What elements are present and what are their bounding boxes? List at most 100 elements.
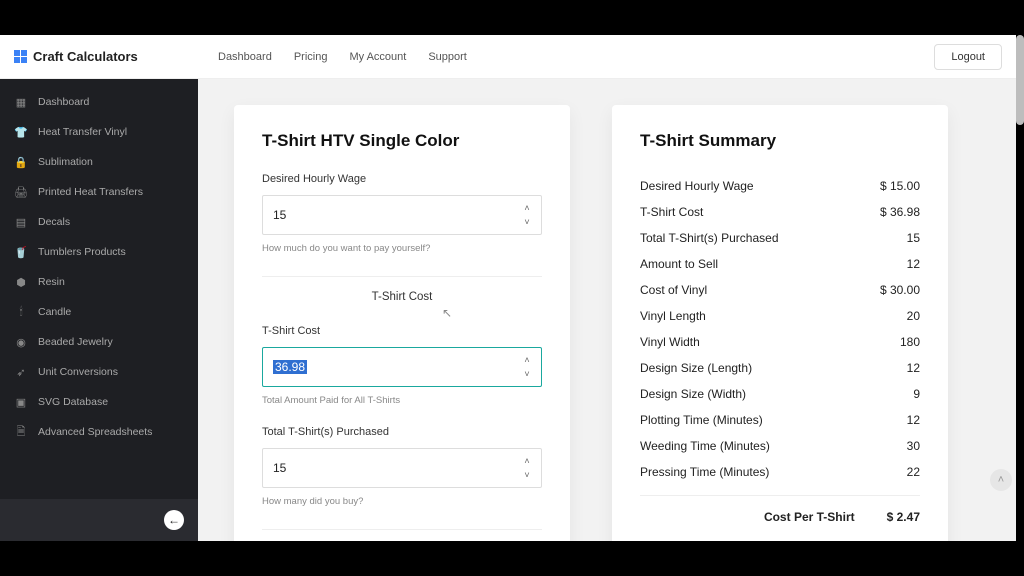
summary-label: Plotting Time (Minutes) <box>640 413 763 427</box>
sidebar: ▦Dashboard 👕Heat Transfer Vinyl 🔒 Sublima… <box>0 79 198 541</box>
sidebar-item-tumblers[interactable]: 🥤 Tumblers Products <box>0 237 198 267</box>
summary-label: Vinyl Length <box>640 309 706 323</box>
purchased-input-wrapper[interactable]: ˄ ˅ <box>262 448 542 488</box>
nav-support[interactable]: Support <box>428 51 467 63</box>
sidebar-item-label: Beaded Jewelry <box>38 336 113 348</box>
chevron-down-icon[interactable]: ˅ <box>519 370 535 378</box>
bead-icon: ◉ <box>14 335 28 349</box>
candle-icon: 🕯 <box>14 305 28 319</box>
cost-input-wrapper[interactable]: 36.98 ˄ ˅ <box>262 347 542 387</box>
chevron-up-icon[interactable]: ˄ <box>519 356 535 364</box>
sidebar-item-beaded[interactable]: ◉ Beaded Jewelry <box>0 327 198 357</box>
summary-rows: Desired Hourly Wage $ 15.00 T-Shirt Cost $… <box>640 173 920 485</box>
sidebar-item-label: Sublimation <box>38 156 93 168</box>
chevron-down-icon[interactable]: ˅ <box>519 471 535 479</box>
scroll-top-button[interactable]: ˄ <box>990 469 1012 491</box>
sheet-icon: 🗎 <box>14 425 28 439</box>
sidebar-item-adv-spreadsheets[interactable]: 🗎 Advanced Spreadsheets <box>0 417 198 447</box>
purchased-label: Total T-Shirt(s) Purchased <box>262 426 542 438</box>
sidebar-item-dashboard[interactable]: ▦Dashboard <box>0 87 198 117</box>
summary-label: Design Size (Width) <box>640 387 746 401</box>
wage-helper: How much do you want to pay yourself? <box>262 243 542 254</box>
cost-input[interactable]: 36.98 <box>273 360 307 374</box>
sidebar-item-unit-conv[interactable]: ➶Unit Conversions <box>0 357 198 387</box>
sidebar-item-label: Decals <box>38 216 70 228</box>
summary-row: Weeding Time (Minutes) 30 <box>640 433 920 459</box>
summary-title: T-Shirt Summary <box>640 131 920 151</box>
lock-icon: 🔒 <box>14 155 28 169</box>
main-content: ↖ T-Shirt HTV Single Color Desired Hourl… <box>198 79 1016 541</box>
nav-my-account[interactable]: My Account <box>349 51 406 63</box>
wage-label: Desired Hourly Wage <box>262 173 542 185</box>
sidebar-item-printed-heat[interactable]: 🖨 Printed Heat Transfers <box>0 177 198 207</box>
summary-value: 20 <box>907 309 920 323</box>
sidebar-item-candle[interactable]: 🕯Candle <box>0 297 198 327</box>
brand-icon <box>14 50 27 63</box>
summary-label: T-Shirt Cost <box>640 205 703 219</box>
divider <box>262 276 542 277</box>
hexagon-icon: ⬢ <box>14 275 28 289</box>
chevron-down-icon[interactable]: ˅ <box>519 218 535 226</box>
summary-row: Design Size (Width)9 <box>640 381 920 407</box>
brand-name: Craft Calculators <box>33 49 138 64</box>
sidebar-item-label: Tumblers Products <box>38 246 126 258</box>
summary-total-row: Cost Per T-Shirt $ 2.47 <box>640 495 920 530</box>
sidebar-item-label: Resin <box>38 276 65 288</box>
nav-dashboard[interactable]: Dashboard <box>218 51 272 63</box>
sidebar-item-svg-db[interactable]: ▣ SVG Database <box>0 387 198 417</box>
sidebar-item-label: Advanced Spreadsheets <box>38 426 152 438</box>
sidebar-item-htv[interactable]: 👕Heat Transfer Vinyl <box>0 117 198 147</box>
purchased-input[interactable] <box>273 461 511 475</box>
dashboard-icon: ▦ <box>14 95 28 109</box>
summary-value: $ 15.00 <box>880 179 920 193</box>
sidebar-item-sublimation[interactable]: 🔒 Sublimation <box>0 147 198 177</box>
chevron-up-icon[interactable]: ˄ <box>519 457 535 465</box>
sidebar-item-label: Heat Transfer Vinyl <box>38 126 127 138</box>
sidebar-item-label: Printed Heat Transfers <box>38 186 143 198</box>
sidebar-item-decals[interactable]: ▤ Decals <box>0 207 198 237</box>
summary-value: 22 <box>907 465 920 479</box>
cost-stepper: ˄ ˅ <box>519 348 535 386</box>
topbar: Craft Calculators Dashboard Pricing My A… <box>0 35 1016 79</box>
collapse-sidebar-button[interactable]: ← <box>164 510 184 530</box>
logout-button[interactable]: Logout <box>934 44 1002 70</box>
summary-row: T-Shirt Cost $ 36.98 <box>640 199 920 225</box>
decals-icon: ▤ <box>14 215 28 229</box>
summary-row: Total T-Shirt(s) Purchased15 <box>640 225 920 251</box>
db-icon: ▣ <box>14 395 28 409</box>
chevron-up-icon[interactable]: ˄ <box>519 204 535 212</box>
summary-row: Vinyl Length 20 <box>640 303 920 329</box>
summary-value: $ 36.98 <box>880 205 920 219</box>
purchased-stepper: ˄ ˅ <box>519 449 535 487</box>
field-purchased: Total T-Shirt(s) Purchased ˄ ˅ How many … <box>262 426 542 507</box>
form-card: T-Shirt HTV Single Color Desired Hourly … <box>234 105 570 541</box>
form-title: T-Shirt HTV Single Color <box>262 131 542 151</box>
printer-icon: 🖨 <box>14 185 28 199</box>
wage-input[interactable] <box>273 208 511 222</box>
field-cost: T-Shirt Cost 36.98 ˄ ˅ Total Amount Paid… <box>262 325 542 406</box>
wage-input-wrapper[interactable]: ˄ ˅ <box>262 195 542 235</box>
divider <box>262 529 542 530</box>
brand: Craft Calculators <box>14 49 138 64</box>
wage-stepper: ˄ ˅ <box>519 196 535 234</box>
summary-label: Total T-Shirt(s) Purchased <box>640 231 779 245</box>
summary-row: Plotting Time (Minutes)12 <box>640 407 920 433</box>
summary-value: 180 <box>900 335 920 349</box>
summary-label: Desired Hourly Wage <box>640 179 754 193</box>
sidebar-item-resin[interactable]: ⬢ Resin <box>0 267 198 297</box>
summary-label: Amount to Sell <box>640 257 718 271</box>
field-wage: Desired Hourly Wage ˄ ˅ How much do you … <box>262 173 542 254</box>
summary-row: Desired Hourly Wage $ 15.00 <box>640 173 920 199</box>
cup-icon: 🥤 <box>14 245 28 259</box>
sidebar-item-label: SVG Database <box>38 396 108 408</box>
summary-row: Vinyl Width 180 <box>640 329 920 355</box>
cost-helper: Total Amount Paid for All T-Shirts <box>262 395 542 406</box>
summary-label: Cost of Vinyl <box>640 283 707 297</box>
summary-value: 30 <box>907 439 920 453</box>
summary-label: Vinyl Width <box>640 335 700 349</box>
summary-label: Weeding Time (Minutes) <box>640 439 770 453</box>
scrollbar[interactable] <box>1016 35 1024 125</box>
nav-pricing[interactable]: Pricing <box>294 51 328 63</box>
purchased-helper: How many did you buy? <box>262 496 542 507</box>
summary-card: T-Shirt Summary Desired Hourly Wage $ 15.… <box>612 105 948 541</box>
